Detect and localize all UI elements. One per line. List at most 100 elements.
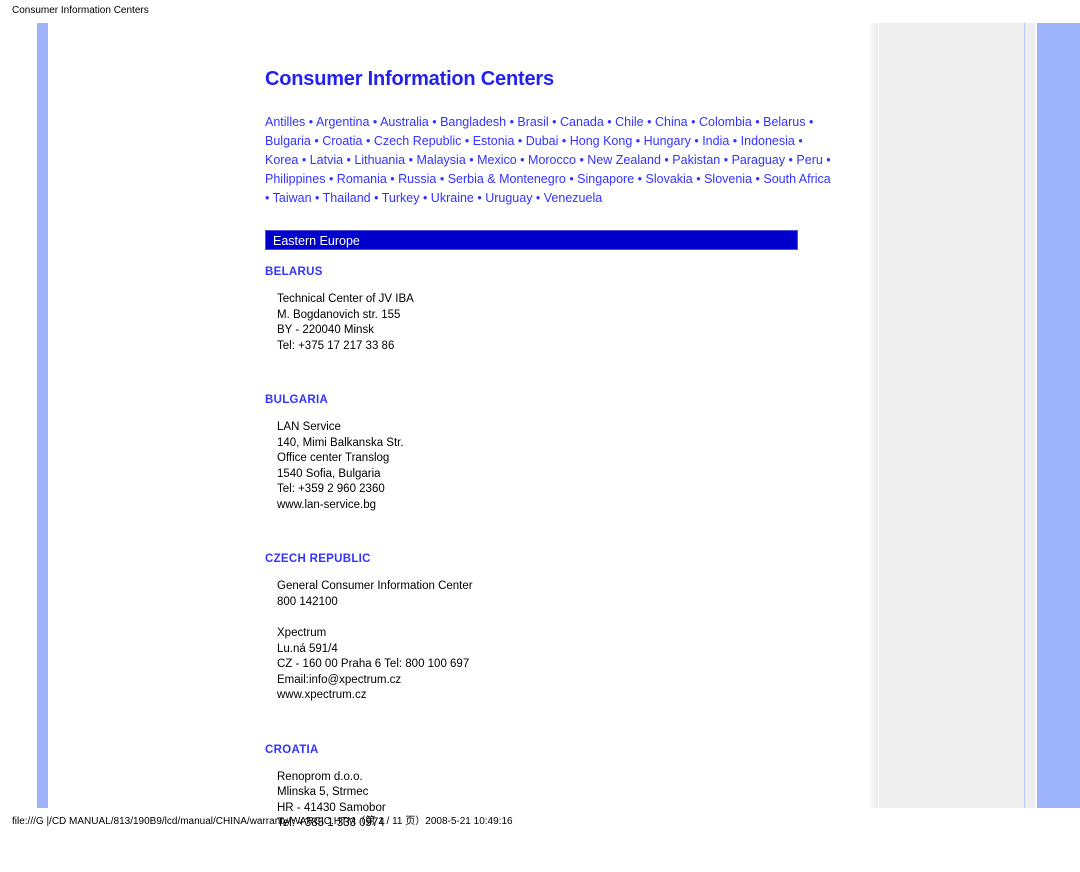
- link-separator: •: [428, 115, 441, 129]
- link-separator: •: [634, 172, 646, 186]
- link-separator: •: [369, 115, 381, 129]
- country-link-mexico[interactable]: Mexico: [477, 153, 517, 167]
- link-separator: •: [311, 191, 323, 205]
- contact-block: Technical Center of JV IBA M. Bogdanovich…: [277, 292, 835, 354]
- country-link-latvia[interactable]: Latvia: [310, 153, 343, 167]
- link-separator: •: [548, 115, 561, 129]
- contact-line: 1540 Sofia, Bulgaria: [277, 467, 381, 480]
- country-section-heading[interactable]: BELARUS: [265, 266, 835, 278]
- country-link-dubai[interactable]: Dubai: [526, 134, 559, 148]
- country-link-peru[interactable]: Peru: [796, 153, 822, 167]
- country-link-hong-kong[interactable]: Hong Kong: [570, 134, 633, 148]
- link-separator: •: [687, 115, 699, 129]
- country-link-south-africa[interactable]: South Africa: [763, 172, 830, 186]
- country-link-philippines[interactable]: Philippines: [265, 172, 325, 186]
- link-separator: •: [822, 153, 831, 167]
- link-separator: •: [405, 153, 417, 167]
- link-separator: •: [465, 153, 478, 167]
- contact-block: General Consumer Information Center 800 1…: [277, 579, 835, 610]
- country-link-singapore[interactable]: Singapore: [577, 172, 634, 186]
- link-separator: •: [310, 134, 323, 148]
- contact-line: 800 142100: [277, 595, 338, 608]
- country-link-antilles[interactable]: Antilles: [265, 115, 305, 129]
- link-separator: •: [419, 191, 431, 205]
- contact-line: BY - 220040 Minsk: [277, 324, 374, 336]
- link-separator: •: [506, 115, 518, 129]
- country-link-venezuela[interactable]: Venezuela: [544, 191, 602, 205]
- country-section-heading[interactable]: BULGARIA: [265, 394, 835, 406]
- link-separator: •: [690, 134, 703, 148]
- country-link-china[interactable]: China: [655, 115, 688, 129]
- country-link-russia[interactable]: Russia: [398, 172, 436, 186]
- country-link-bulgaria[interactable]: Bulgaria: [265, 134, 311, 148]
- link-separator: •: [785, 153, 797, 167]
- country-link-morocco[interactable]: Morocco: [528, 153, 576, 167]
- country-link-uruguay[interactable]: Uruguay: [485, 191, 532, 205]
- country-link-brasil[interactable]: Brasil: [517, 115, 548, 129]
- link-separator: •: [370, 191, 382, 205]
- country-link-australia[interactable]: Australia: [380, 115, 429, 129]
- link-separator: •: [386, 172, 399, 186]
- country-link-turkey[interactable]: Turkey: [382, 191, 420, 205]
- country-link-thailand[interactable]: Thailand: [323, 191, 371, 205]
- country-link-canada[interactable]: Canada: [560, 115, 604, 129]
- link-separator: •: [265, 191, 273, 205]
- document-page-shadow: [868, 23, 878, 808]
- link-separator: •: [516, 153, 529, 167]
- contact-line: Xpectrum: [277, 627, 327, 639]
- country-link-paraguay[interactable]: Paraguay: [732, 153, 786, 167]
- link-separator: •: [514, 134, 526, 148]
- country-link-malaysia[interactable]: Malaysia: [416, 153, 465, 167]
- print-header-title: Consumer Information Centers: [12, 5, 149, 16]
- country-link-czech-republic[interactable]: Czech Republic: [374, 134, 462, 148]
- country-link-korea[interactable]: Korea: [265, 153, 298, 167]
- country-link-taiwan[interactable]: Taiwan: [273, 191, 312, 205]
- contact-line: www.xpectrum.cz: [277, 689, 367, 701]
- country-link-list: Antilles • Argentina • Australia • Bangl…: [265, 113, 833, 208]
- country-link-ukraine[interactable]: Ukraine: [431, 191, 474, 205]
- link-separator: •: [436, 172, 448, 186]
- country-link-bangladesh[interactable]: Bangladesh: [440, 115, 506, 129]
- country-link-slovakia[interactable]: Slovakia: [646, 172, 693, 186]
- country-section-heading[interactable]: CZECH REPUBLIC: [265, 553, 835, 565]
- link-separator: •: [298, 153, 310, 167]
- country-link-lithuania[interactable]: Lithuania: [354, 153, 405, 167]
- country-section-heading[interactable]: CROATIA: [265, 744, 835, 756]
- country-link-new-zealand[interactable]: New Zealand: [587, 153, 661, 167]
- country-link-estonia[interactable]: Estonia: [473, 134, 515, 148]
- country-link-hungary[interactable]: Hungary: [644, 134, 691, 148]
- country-link-serbia-montenegro[interactable]: Serbia & Montenegro: [448, 172, 566, 186]
- link-separator: •: [660, 153, 673, 167]
- country-section-croatia: CROATIA Renoprom d.o.o. Mlinska 5, Strmec H…: [265, 744, 835, 864]
- country-link-indonesia[interactable]: Indonesia: [741, 134, 795, 148]
- contact-line: LAN Service: [277, 421, 341, 433]
- contact-line: 140, Mimi Balkanska Str.: [277, 436, 404, 449]
- page-title: Consumer Information Centers: [265, 68, 554, 90]
- contact-line: Tel: +375 17 217 33 86: [277, 339, 395, 352]
- document-content: Consumer Information Centers Antilles • …: [265, 68, 835, 872]
- country-link-belarus[interactable]: Belarus: [763, 115, 805, 129]
- right-vertical-rule: [1024, 23, 1025, 808]
- contact-line: M. Bogdanovich str. 155: [277, 308, 401, 321]
- link-separator: •: [325, 172, 337, 186]
- print-footer-path: file:///G |/CD MANUAL/813/190B9/lcd/manu…: [12, 816, 513, 827]
- link-separator: •: [565, 172, 578, 186]
- print-preview-page-frame: Consumer Information Centers Antilles • …: [37, 23, 1080, 829]
- country-link-slovenia[interactable]: Slovenia: [704, 172, 752, 186]
- country-link-pakistan[interactable]: Pakistan: [672, 153, 720, 167]
- country-link-colombia[interactable]: Colombia: [699, 115, 752, 129]
- country-sections: BELARUS Technical Center of JV IBA M. Bogd…: [265, 266, 835, 864]
- link-separator: •: [752, 172, 764, 186]
- region-banner-eastern-europe: Eastern Europe: [265, 230, 798, 250]
- contact-line: General Consumer Information Center: [277, 580, 473, 592]
- country-link-romania[interactable]: Romania: [337, 172, 387, 186]
- link-separator: •: [532, 191, 544, 205]
- country-link-croatia[interactable]: Croatia: [322, 134, 362, 148]
- country-link-argentina[interactable]: Argentina: [316, 115, 370, 129]
- country-link-chile[interactable]: Chile: [615, 115, 644, 129]
- link-separator: •: [343, 153, 355, 167]
- contact-line: Tel: +359 2 960 2360: [277, 483, 385, 495]
- country-link-india[interactable]: India: [702, 134, 729, 148]
